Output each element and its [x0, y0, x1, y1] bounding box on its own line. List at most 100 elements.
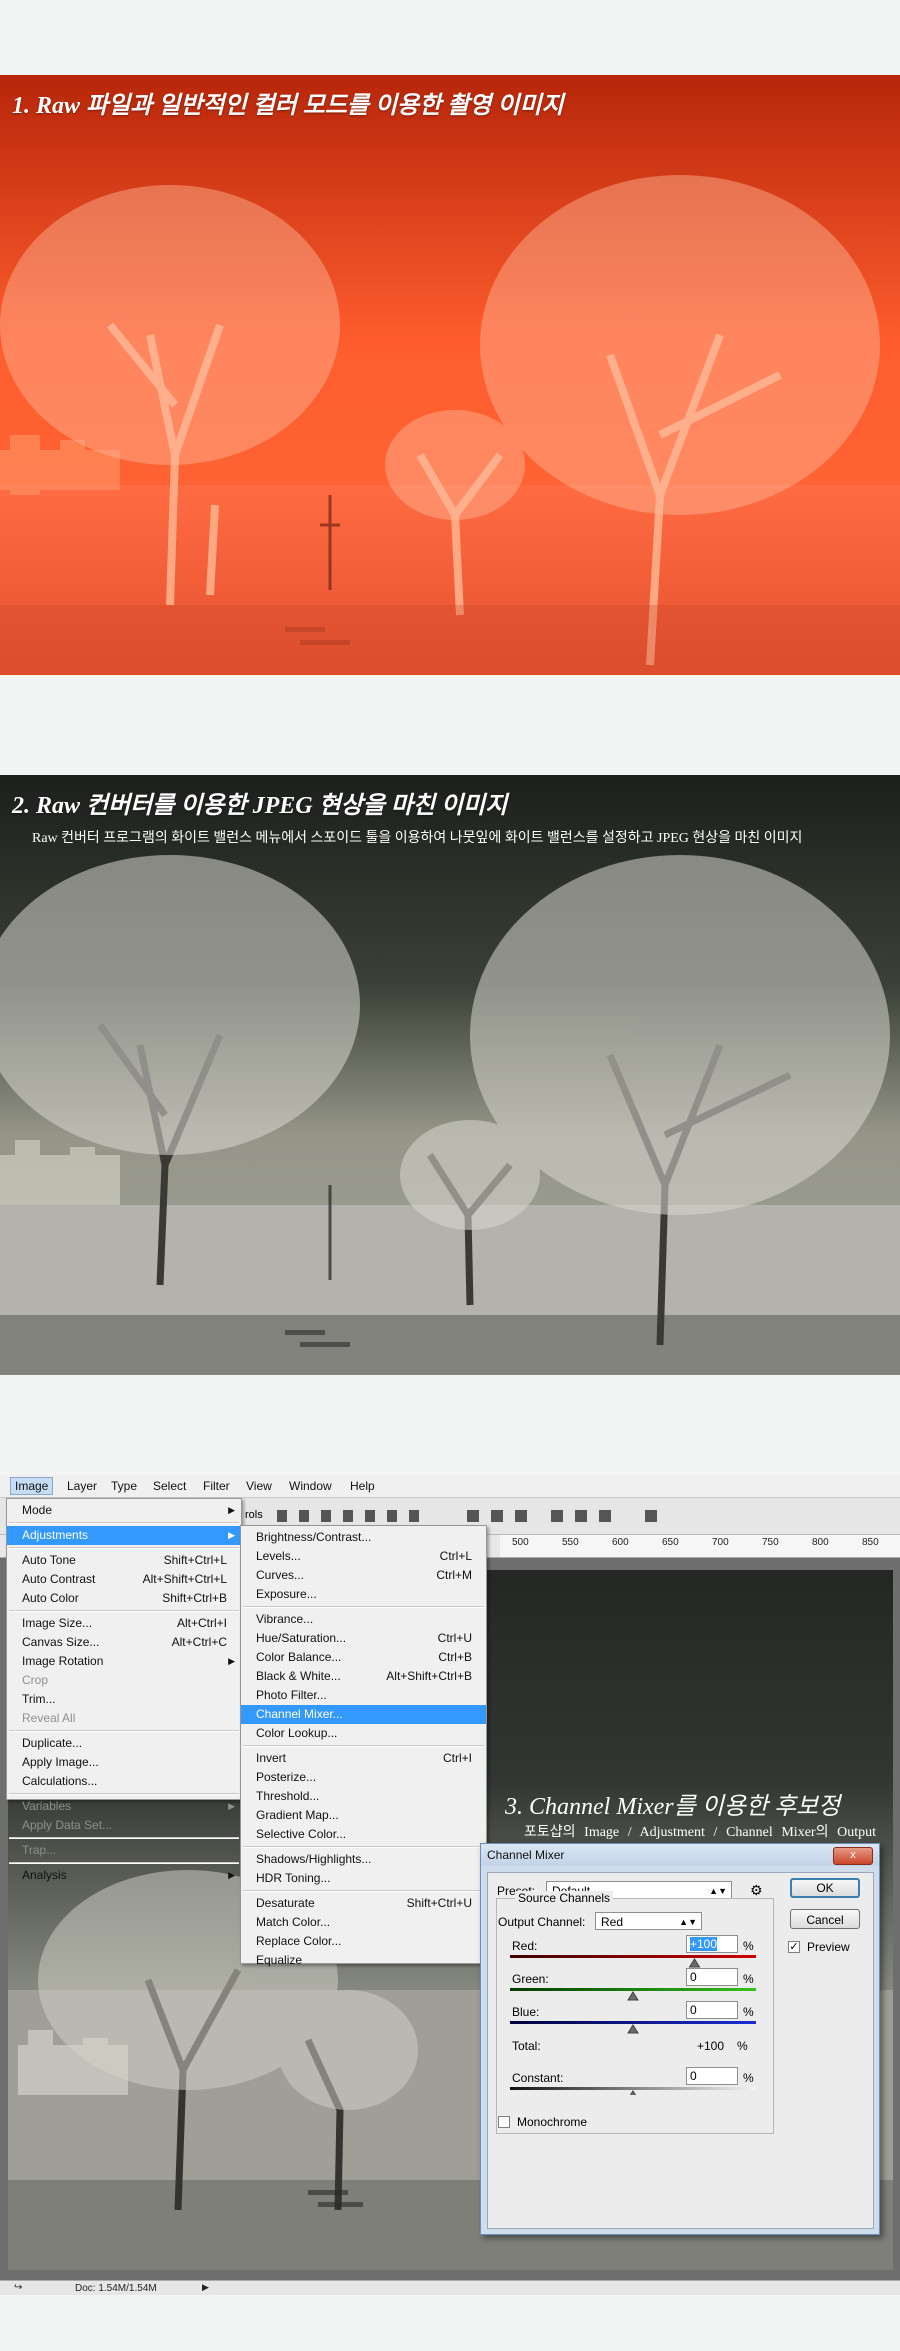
- menu-item-shadows-highlights[interactable]: Shadows/Highlights...: [241, 1850, 486, 1869]
- menu-item-label: Trap...: [22, 1843, 57, 1857]
- menu-item-label: Vibrance...: [256, 1612, 314, 1626]
- menu-item-exposure[interactable]: Exposure...: [241, 1585, 486, 1604]
- gear-icon[interactable]: ⚙: [750, 1882, 763, 1899]
- menu-separator: [9, 1522, 239, 1524]
- menu-item-auto-color[interactable]: Auto Color Shift+Ctrl+B: [7, 1589, 241, 1608]
- menu-item-gradient-map[interactable]: Gradient Map...: [241, 1806, 486, 1825]
- section1-title: 1. Raw 파일과 일반적인 컬러 모드를 이용한 촬영 이미지: [12, 93, 564, 119]
- close-button[interactable]: x: [833, 1847, 873, 1865]
- menu-item-label: Image Size...: [22, 1616, 93, 1630]
- menu-item-canvas-size[interactable]: Canvas Size... Alt+Ctrl+C: [7, 1633, 241, 1652]
- menu-item-channel-mixer[interactable]: Channel Mixer...: [241, 1705, 486, 1724]
- menu-select[interactable]: Select: [153, 1479, 186, 1493]
- menu-item-image-rotation[interactable]: Image Rotation ▶: [7, 1652, 241, 1671]
- photo-bw-scene: [0, 775, 900, 1375]
- submenu-arrow-icon: ▶: [228, 1505, 235, 1515]
- menu-item-apply-image[interactable]: Apply Image...: [7, 1753, 241, 1772]
- menu-item-image-size[interactable]: Image Size... Alt+Ctrl+I: [7, 1614, 241, 1633]
- monochrome-label: Monochrome: [517, 2115, 588, 2129]
- align-icons[interactable]: [275, 1506, 455, 1526]
- menu-filter[interactable]: Filter: [203, 1479, 230, 1493]
- menu-item-invert[interactable]: Invert Ctrl+I: [241, 1749, 486, 1768]
- monochrome-checkbox[interactable]: [498, 2116, 510, 2128]
- menu-separator: [243, 1745, 484, 1747]
- menu-item-brightness-contrast[interactable]: Brightness/Contrast...: [241, 1528, 486, 1547]
- menu-type[interactable]: Type: [111, 1479, 137, 1493]
- menu-image[interactable]: Image: [10, 1477, 54, 1495]
- menu-item-label: Auto Color: [22, 1591, 79, 1605]
- menu-item-trap: Trap...: [7, 1841, 241, 1860]
- menu-item-label: Canvas Size...: [22, 1635, 100, 1649]
- menu-item-calculations[interactable]: Calculations...: [7, 1772, 241, 1791]
- menu-separator: [9, 1862, 239, 1864]
- menu-item-label: Posterize...: [256, 1770, 317, 1784]
- menu-item-photo-filter[interactable]: Photo Filter...: [241, 1686, 486, 1705]
- menu-help[interactable]: Help: [350, 1479, 375, 1493]
- menu-item-apply-data-set: Apply Data Set...: [7, 1816, 241, 1835]
- preview-checkbox[interactable]: ✓: [788, 1941, 800, 1953]
- menu-separator: [243, 1846, 484, 1848]
- doc-size: Doc: 1.54M/1.54M: [75, 2283, 157, 2294]
- menu-separator: [9, 1793, 239, 1795]
- menu-item-mode[interactable]: Mode ▶: [7, 1501, 241, 1520]
- ruler-tick: 600: [612, 1537, 629, 1548]
- menu-item-hdr-toning[interactable]: HDR Toning...: [241, 1869, 486, 1888]
- menu-view[interactable]: View: [246, 1479, 272, 1493]
- menu-item-levels[interactable]: Levels... Ctrl+L: [241, 1547, 486, 1566]
- ok-button[interactable]: OK: [790, 1878, 860, 1898]
- source-channels-label: Source Channels: [515, 1891, 614, 1905]
- menu-item-duplicate[interactable]: Duplicate...: [7, 1734, 241, 1753]
- menu-item-auto-tone[interactable]: Auto Tone Shift+Ctrl+L: [7, 1551, 241, 1570]
- menu-window[interactable]: Window: [289, 1479, 332, 1493]
- menu-item-label: Color Lookup...: [256, 1726, 338, 1740]
- submenu-arrow-icon: ▶: [228, 1801, 235, 1811]
- section2-subtitle: Raw 컨버터 프로그램의 화이트 밸런스 메뉴에서 스포이드 툴을 이용하여 …: [32, 831, 803, 846]
- menu-item-selective-color[interactable]: Selective Color...: [241, 1825, 486, 1844]
- menu-item-curves[interactable]: Curves... Ctrl+M: [241, 1566, 486, 1585]
- menu-item-desaturate[interactable]: Desaturate Shift+Ctrl+U: [241, 1894, 486, 1913]
- photo-raw-red: 1. Raw 파일과 일반적인 컬러 모드를 이용한 촬영 이미지: [0, 75, 900, 675]
- red-slider-track: [510, 1955, 756, 1958]
- menu-item-posterize[interactable]: Posterize...: [241, 1768, 486, 1787]
- menu-item-label: Duplicate...: [22, 1736, 83, 1750]
- dialog-titlebar[interactable]: Channel Mixer x: [481, 1844, 879, 1866]
- menu-item-label: Invert: [256, 1751, 287, 1765]
- menu-item-label: Auto Contrast: [22, 1572, 96, 1586]
- menu-item-match-color[interactable]: Match Color...: [241, 1913, 486, 1932]
- menu-item-crop: Crop: [7, 1671, 241, 1690]
- section3-title: 3. Channel Mixer를 이용한 후보정: [505, 1794, 841, 1820]
- menu-item-analysis[interactable]: Analysis ▶: [7, 1866, 241, 1885]
- horizontal-ruler: 500 550 600 650 700 750 800 850: [500, 1535, 900, 1557]
- menu-item-hue-saturation[interactable]: Hue/Saturation... Ctrl+U: [241, 1629, 486, 1648]
- share-icon[interactable]: ↪: [14, 2282, 22, 2293]
- ruler-tick: 750: [762, 1537, 779, 1548]
- status-bar: ↪ Doc: 1.54M/1.54M ▶: [0, 2280, 900, 2295]
- menu-item-label: Desaturate: [256, 1896, 315, 1910]
- distribute-icons[interactable]: [465, 1506, 665, 1526]
- menu-item-color-balance[interactable]: Color Balance... Ctrl+B: [241, 1648, 486, 1667]
- menu-item-auto-contrast[interactable]: Auto Contrast Alt+Shift+Ctrl+L: [7, 1570, 241, 1589]
- menu-item-label: Adjustments: [22, 1528, 89, 1542]
- status-arrow-icon[interactable]: ▶: [202, 2282, 209, 2293]
- menu-item-replace-color[interactable]: Replace Color...: [241, 1932, 486, 1951]
- menu-item-shortcut: Ctrl+B: [438, 1650, 472, 1664]
- ruler-tick: 500: [512, 1537, 529, 1548]
- menu-item-adjustments[interactable]: Adjustments ▶: [7, 1526, 241, 1545]
- menu-separator: [9, 1547, 239, 1549]
- blue-slider-track: [510, 2021, 756, 2024]
- options-fragment: rols: [245, 1509, 263, 1521]
- menu-item-trim[interactable]: Trim...: [7, 1690, 241, 1709]
- menu-item-color-lookup[interactable]: Color Lookup...: [241, 1724, 486, 1743]
- section2-title: 2. Raw 컨버터를 이용한 JPEG 현상을 마친 이미지: [12, 793, 508, 819]
- blue-slider-thumb: [627, 2024, 639, 2034]
- source-sliders[interactable]: [510, 1945, 760, 2095]
- menu-item-vibrance[interactable]: Vibrance...: [241, 1610, 486, 1629]
- menu-item-label: Gradient Map...: [256, 1808, 339, 1822]
- menu-item-threshold[interactable]: Threshold...: [241, 1787, 486, 1806]
- menu-item-black-white[interactable]: Black & White... Alt+Shift+Ctrl+B: [241, 1667, 486, 1686]
- menu-layer[interactable]: Layer: [67, 1479, 97, 1493]
- ruler-tick: 700: [712, 1537, 729, 1548]
- cancel-button[interactable]: Cancel: [790, 1909, 860, 1929]
- menu-item-label: Hue/Saturation...: [256, 1631, 347, 1645]
- menu-item-equalize[interactable]: Equalize: [241, 1951, 486, 1970]
